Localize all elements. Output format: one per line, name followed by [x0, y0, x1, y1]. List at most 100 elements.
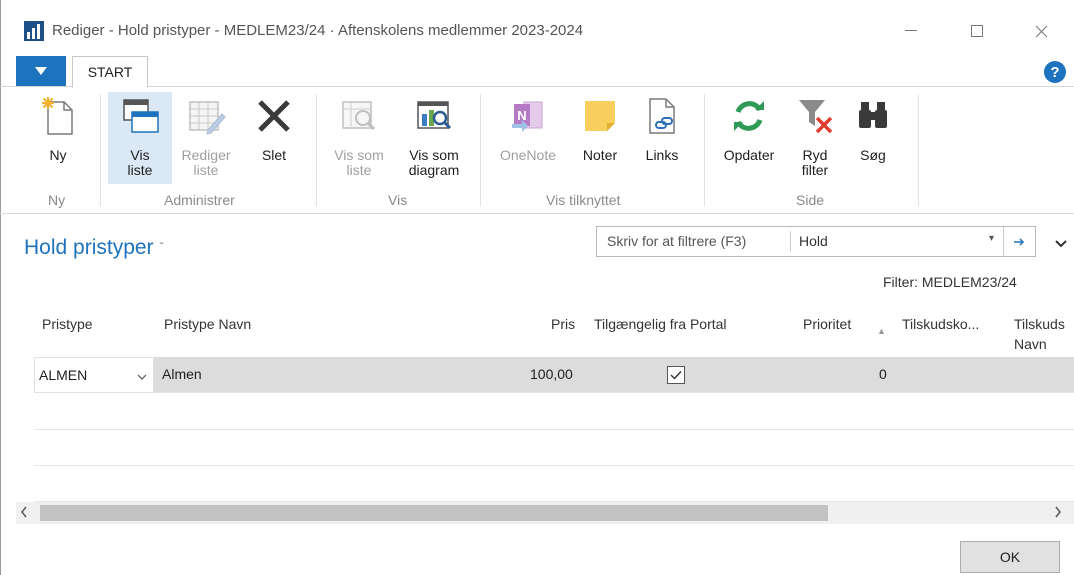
filter-box: Skriv for at filtrere (F3) Hold ▾	[596, 226, 1036, 257]
close-button[interactable]	[1018, 16, 1064, 46]
dropdown-arrow-icon[interactable]: ▾	[989, 233, 994, 244]
new-button[interactable]: Ny	[34, 92, 82, 184]
column-header-pristype-navn[interactable]: Pristype Navn	[164, 314, 251, 334]
view-as-chart-button[interactable]: Vis som diagram	[398, 92, 470, 184]
view-as-list-icon	[337, 94, 381, 138]
table-row-empty[interactable]	[34, 430, 1074, 466]
group-label-side: Side	[796, 192, 825, 208]
group-label-ny: Ny	[48, 192, 66, 208]
edit-list-button[interactable]: Rediger liste	[174, 92, 238, 184]
ok-button[interactable]: OK	[960, 541, 1060, 573]
column-header-tilskuds-navn[interactable]: Tilskuds Navn	[1014, 314, 1065, 354]
clear-filter-button[interactable]: Ryd filter	[790, 92, 840, 184]
filter-divider	[790, 231, 791, 252]
ribbon-tab-bar	[0, 54, 1074, 87]
window-title: Rediger - Hold pristyper - MEDLEM23/24 ·…	[52, 22, 584, 39]
ribbon: Ny Vis liste Rediger liste Slet Vis som …	[0, 88, 1074, 214]
edit-list-label-2: liste	[193, 162, 219, 178]
ribbon-separator	[480, 94, 481, 206]
column-header-pris[interactable]: Pris	[551, 314, 575, 334]
minimize-button[interactable]	[888, 16, 934, 46]
scrollbar-thumb[interactable]	[40, 505, 828, 521]
column-header-tilgaengelig[interactable]: Tilgængelig fra Portal	[594, 314, 727, 334]
refresh-button[interactable]: Opdater	[714, 92, 784, 184]
notes-button[interactable]: Noter	[574, 92, 626, 184]
filter-go-button[interactable]	[1003, 227, 1035, 256]
binoculars-icon	[851, 94, 895, 138]
ribbon-separator	[918, 94, 919, 206]
scroll-right-icon[interactable]	[1054, 505, 1062, 521]
ribbon-separator	[100, 94, 101, 206]
column-header-prioritet[interactable]: Prioritet	[803, 314, 851, 334]
view-list-label-2: liste	[127, 162, 153, 178]
links-button[interactable]: Links	[636, 92, 688, 184]
title-bar: Rediger - Hold pristyper - MEDLEM23/24 ·…	[0, 0, 1074, 50]
search-label: Søg	[860, 147, 886, 163]
onenote-icon: N	[506, 94, 550, 138]
chevron-down-icon[interactable]	[137, 368, 147, 384]
group-label-vis: Vis	[388, 192, 408, 208]
maximize-button[interactable]	[954, 16, 1000, 46]
page-title-text: Hold pristyper	[24, 236, 154, 259]
new-document-icon	[36, 94, 80, 138]
view-list-label-1: Vis	[130, 147, 150, 163]
view-as-chart-label-2: diagram	[408, 162, 460, 178]
tab-start[interactable]: START	[72, 56, 148, 88]
filter-field-select[interactable]: Hold	[799, 233, 828, 249]
view-as-chart-icon	[412, 94, 456, 138]
page-title[interactable]: Hold pristyper ˇ	[24, 236, 164, 260]
app-logo-icon	[24, 21, 44, 41]
view-as-chart-label-1: Vis som	[409, 147, 459, 163]
arrow-right-icon	[1013, 237, 1024, 246]
pris-cell[interactable]: 100,00	[530, 366, 573, 382]
horizontal-scrollbar[interactable]	[16, 502, 1074, 524]
help-icon[interactable]: ?	[1044, 61, 1066, 83]
group-label-vis-tilknyttet: Vis tilknyttet	[546, 192, 621, 208]
title-caret-icon: ˇ	[159, 240, 164, 254]
view-list-button[interactable]: Vis liste	[108, 92, 172, 184]
column-header-pristype[interactable]: Pristype	[42, 314, 93, 334]
group-label-administrer: Administrer	[164, 192, 235, 208]
chevron-down-icon[interactable]	[1054, 236, 1068, 252]
view-list-icon	[118, 94, 162, 138]
scroll-left-icon[interactable]	[20, 505, 28, 521]
delete-button-label: Slet	[261, 147, 287, 163]
filter-search-input[interactable]: Skriv for at filtrere (F3)	[607, 233, 746, 249]
checkmark-icon	[670, 371, 682, 380]
view-as-list-label-2: liste	[346, 162, 372, 178]
onenote-label: OneNote	[499, 147, 557, 163]
table-row[interactable]: ALMEN Almen 100,00 0	[34, 357, 1074, 393]
refresh-icon	[727, 94, 771, 138]
table-row-empty[interactable]	[34, 394, 1074, 430]
sticky-note-icon	[578, 94, 622, 138]
link-document-icon	[640, 94, 684, 138]
portal-available-checkbox[interactable]	[667, 366, 685, 384]
triangle-down-icon	[35, 67, 47, 75]
clear-filter-label-1: Ryd	[802, 147, 828, 163]
app-menu-button[interactable]	[16, 56, 66, 86]
search-button[interactable]: Søg	[850, 92, 896, 184]
notes-label: Noter	[582, 147, 618, 163]
clear-filter-icon	[793, 94, 837, 138]
pristype-navn-cell[interactable]: Almen	[162, 366, 202, 382]
column-header-tilskudsko[interactable]: Tilskudsko...	[902, 314, 979, 334]
ribbon-separator	[704, 94, 705, 206]
pristype-value: ALMEN	[39, 367, 88, 383]
delete-x-icon	[252, 94, 296, 138]
onenote-button[interactable]: N OneNote	[492, 92, 564, 184]
links-label: Links	[645, 147, 679, 163]
prioritet-cell[interactable]: 0	[879, 366, 887, 382]
pristype-select[interactable]: ALMEN	[34, 357, 154, 393]
table-row-empty[interactable]	[34, 466, 1074, 502]
new-button-label: Ny	[49, 147, 67, 163]
sort-ascending-icon: ▲	[877, 326, 886, 336]
tilskuds-navn-line-2: Navn	[1014, 336, 1047, 352]
refresh-label: Opdater	[723, 147, 775, 163]
ribbon-separator	[316, 94, 317, 206]
edit-list-label-1: Rediger	[181, 147, 231, 163]
tilskuds-navn-line-1: Tilskuds	[1014, 316, 1065, 332]
active-filter-text: Filter: MEDLEM23/24	[883, 274, 1017, 290]
edit-list-icon	[184, 94, 228, 138]
view-as-list-button[interactable]: Vis som liste	[326, 92, 392, 184]
delete-button[interactable]: Slet	[248, 92, 300, 184]
